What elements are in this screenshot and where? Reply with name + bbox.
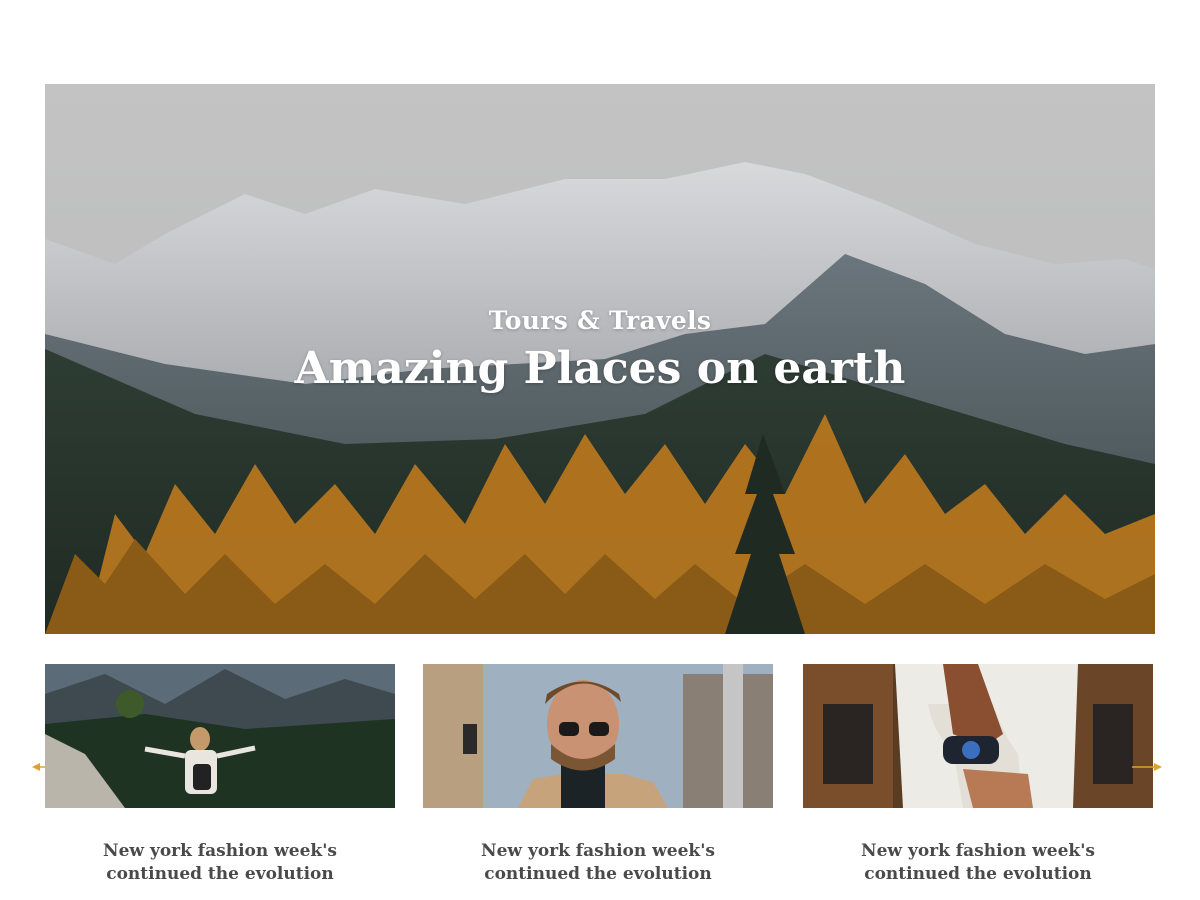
article-carousel: New york fashion week's continued the ev… [0, 664, 1200, 900]
hero-banner: Tours & Travels Amazing Places on earth [45, 84, 1155, 634]
hero-subtitle: Tours & Travels [488, 306, 712, 335]
hero-title: Amazing Places on earth [294, 343, 906, 394]
carousel-next-button[interactable] [1132, 760, 1162, 774]
article-title[interactable]: New york fashion week's continued the ev… [45, 840, 395, 886]
man-with-glasses-image [423, 664, 773, 808]
article-image-watch[interactable] [803, 664, 1153, 808]
article-card[interactable]: New york fashion week's continued the ev… [423, 664, 773, 886]
article-title[interactable]: New york fashion week's continued the ev… [423, 840, 773, 886]
article-card[interactable]: New york fashion week's continued the ev… [45, 664, 395, 886]
wrist-watch-image [803, 664, 1153, 808]
hero-text: Tours & Travels Amazing Places on earth [45, 306, 1155, 394]
hiker-image [45, 664, 395, 808]
article-card[interactable]: New york fashion week's continued the ev… [803, 664, 1153, 886]
article-image-man[interactable] [423, 664, 773, 808]
article-image-hiker[interactable] [45, 664, 395, 808]
arrow-right-icon [1132, 763, 1162, 771]
article-title[interactable]: New york fashion week's continued the ev… [803, 840, 1153, 886]
